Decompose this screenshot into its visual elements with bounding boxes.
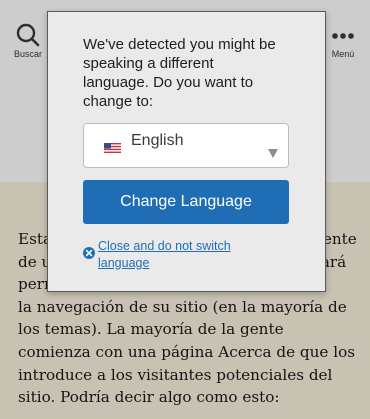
language-switch-dialog: We've detected you might be speaking a d…	[47, 11, 326, 292]
chevron-down-icon	[268, 149, 278, 158]
us-flag-icon	[104, 143, 121, 153]
menu-dots-icon	[332, 33, 354, 39]
close-circle-icon	[83, 247, 95, 259]
language-prompt: We've detected you might be speaking a d…	[83, 36, 276, 110]
close-link-text: Close and do not switch language	[98, 239, 231, 270]
selected-language: English	[131, 132, 184, 149]
menu-label: Menú	[331, 49, 355, 59]
change-language-button[interactable]: Change Language	[83, 180, 289, 224]
search-icon	[16, 23, 40, 47]
language-select[interactable]: English	[83, 123, 289, 168]
search-label: Buscar	[13, 49, 42, 59]
